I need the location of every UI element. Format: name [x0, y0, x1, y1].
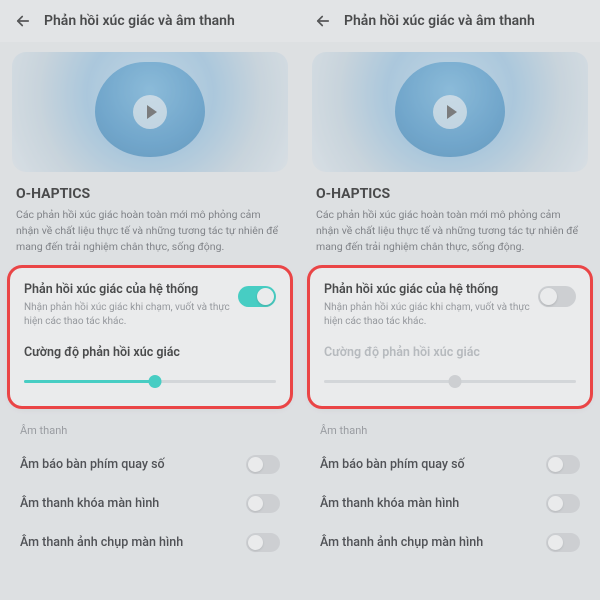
- list-item[interactable]: Âm báo bàn phím quay số: [300, 445, 600, 484]
- intensity-label: Cường độ phản hồi xúc giác: [324, 345, 576, 360]
- brand-title: O-HAPTICS: [316, 186, 584, 202]
- back-icon[interactable]: [314, 12, 332, 30]
- system-haptic-toggle[interactable]: [238, 286, 276, 307]
- system-haptic-sub: Nhận phản hồi xúc giác khi chạm, vuốt và…: [324, 301, 530, 329]
- system-haptic-card: Phản hồi xúc giác của hệ thống Nhận phản…: [10, 268, 290, 406]
- item-toggle[interactable]: [246, 533, 280, 552]
- item-label: Âm thanh khóa màn hình: [320, 496, 459, 511]
- intensity-slider: [324, 374, 576, 388]
- system-haptic-sub: Nhận phản hồi xúc giác khi chạm, vuốt và…: [24, 301, 230, 329]
- item-toggle[interactable]: [546, 533, 580, 552]
- header: Phản hồi xúc giác và âm thanh: [300, 0, 600, 42]
- list-item[interactable]: Âm thanh khóa màn hình: [0, 484, 300, 523]
- brand-description: Các phản hồi xúc giác hoàn toàn mới mô p…: [16, 207, 284, 254]
- item-toggle[interactable]: [546, 455, 580, 474]
- brand-section: O-HAPTICS Các phản hồi xúc giác hoàn toà…: [0, 186, 300, 268]
- intensity-slider[interactable]: [24, 374, 276, 388]
- system-haptic-title: Phản hồi xúc giác của hệ thống: [24, 282, 230, 297]
- sound-section-header: Âm thanh: [0, 420, 300, 445]
- item-toggle[interactable]: [246, 455, 280, 474]
- brand-section: O-HAPTICS Các phản hồi xúc giác hoàn toà…: [300, 186, 600, 268]
- left-screen: Phản hồi xúc giác và âm thanh O-HAPTICS …: [0, 0, 300, 600]
- list-item[interactable]: Âm báo bàn phím quay số: [0, 445, 300, 484]
- play-icon[interactable]: [133, 95, 167, 129]
- item-toggle[interactable]: [246, 494, 280, 513]
- brand-description: Các phản hồi xúc giác hoàn toàn mới mô p…: [316, 207, 584, 254]
- list-item[interactable]: Âm thanh khóa màn hình: [300, 484, 600, 523]
- sound-section-header: Âm thanh: [300, 420, 600, 445]
- item-label: Âm thanh khóa màn hình: [20, 496, 159, 511]
- hero-video[interactable]: [312, 52, 588, 172]
- hero-video[interactable]: [12, 52, 288, 172]
- list-item[interactable]: Âm thanh ảnh chụp màn hình: [300, 523, 600, 562]
- system-haptic-title: Phản hồi xúc giác của hệ thống: [324, 282, 530, 297]
- header: Phản hồi xúc giác và âm thanh: [0, 0, 300, 42]
- item-label: Âm thanh ảnh chụp màn hình: [20, 535, 183, 550]
- page-title: Phản hồi xúc giác và âm thanh: [344, 13, 535, 29]
- item-label: Âm báo bàn phím quay số: [320, 457, 465, 472]
- item-toggle[interactable]: [546, 494, 580, 513]
- system-haptic-toggle[interactable]: [538, 286, 576, 307]
- back-icon[interactable]: [14, 12, 32, 30]
- brand-title: O-HAPTICS: [16, 186, 284, 202]
- play-icon[interactable]: [433, 95, 467, 129]
- system-haptic-card: Phản hồi xúc giác của hệ thống Nhận phản…: [310, 268, 590, 406]
- list-item[interactable]: Âm thanh ảnh chụp màn hình: [0, 523, 300, 562]
- right-screen: Phản hồi xúc giác và âm thanh O-HAPTICS …: [300, 0, 600, 600]
- item-label: Âm thanh ảnh chụp màn hình: [320, 535, 483, 550]
- item-label: Âm báo bàn phím quay số: [20, 457, 165, 472]
- intensity-label: Cường độ phản hồi xúc giác: [24, 345, 276, 360]
- page-title: Phản hồi xúc giác và âm thanh: [44, 13, 235, 29]
